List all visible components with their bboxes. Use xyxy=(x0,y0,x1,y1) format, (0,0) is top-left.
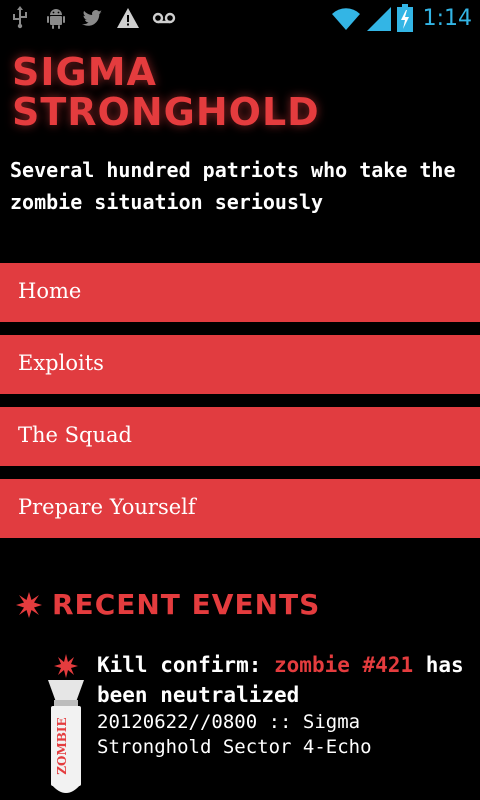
nav-item-the-squad[interactable]: The Squad xyxy=(0,407,480,466)
nav-item-exploits[interactable]: Exploits xyxy=(0,335,480,394)
site-title-line-2: Stronghold xyxy=(12,90,320,134)
twitter-icon xyxy=(82,10,102,26)
site-title-line-1: Sigma xyxy=(12,50,157,94)
recent-events-heading: Recent Events xyxy=(52,588,321,621)
site-title: Sigma Stronghold xyxy=(12,52,472,132)
recent-events-header: Recent Events xyxy=(16,588,320,621)
event-body: Kill confirm: zombie #421 has been neutr… xyxy=(97,650,477,760)
usb-icon xyxy=(13,6,27,29)
burst-icon xyxy=(16,591,42,618)
nav-item-home[interactable]: Home xyxy=(0,263,480,322)
event-title: Kill confirm: zombie #421 has been neutr… xyxy=(97,650,477,710)
wifi-icon xyxy=(331,8,360,31)
warning-icon xyxy=(117,8,139,28)
system-icons: 1:14 xyxy=(331,4,472,32)
event-meta: 20120622//0800 :: Sigma Stronghold Secto… xyxy=(97,711,372,758)
event-title-highlight[interactable]: zombie #421 xyxy=(274,653,413,677)
signal-icon xyxy=(366,7,391,31)
main-nav: Home Exploits The Squad Prepare Yourself xyxy=(0,263,480,551)
status-bar: 1:14 xyxy=(0,0,480,38)
event-title-prefix: Kill confirm: xyxy=(97,653,275,677)
bomb-icon: ZOMBIE xyxy=(48,654,84,793)
event-item: ZOMBIE Kill confirm: zombie #421 has bee… xyxy=(44,650,474,800)
bomb-label: ZOMBIE xyxy=(55,717,69,774)
battery-icon xyxy=(396,4,413,32)
android-icon xyxy=(47,9,65,29)
clock: 1:14 xyxy=(422,5,472,31)
voicemail-icon xyxy=(152,12,176,24)
nav-item-prepare-yourself[interactable]: Prepare Yourself xyxy=(0,479,480,538)
site-tagline: Several hundred patriots who take the zo… xyxy=(10,158,456,214)
notification-icons xyxy=(8,6,176,30)
